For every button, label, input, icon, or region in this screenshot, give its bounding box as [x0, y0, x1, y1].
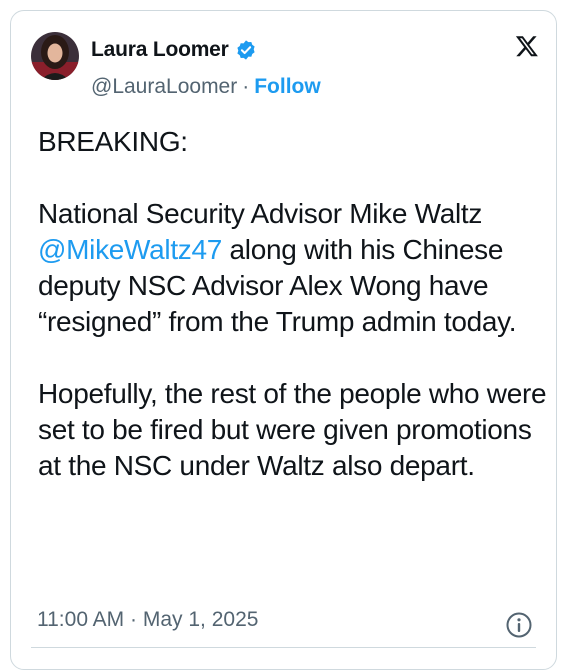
- verified-badge-icon: [235, 39, 257, 61]
- tweet-paragraph: National Security Advisor Mike Waltz @Mi…: [38, 196, 558, 340]
- author-handle-row: @LauraLoomer · Follow: [91, 75, 321, 99]
- tweet-time: 11:00 AM: [37, 608, 125, 631]
- avatar[interactable]: [31, 32, 79, 80]
- timestamp-separator: ·: [130, 608, 138, 631]
- follow-button[interactable]: Follow: [254, 75, 321, 99]
- tweet-card: Laura Loomer @LauraLoomer · Follow BREAK…: [10, 10, 557, 670]
- mention-link[interactable]: @MikeWaltz47: [38, 234, 222, 265]
- divider: [31, 647, 536, 648]
- x-logo-icon[interactable]: [515, 34, 539, 58]
- tweet-text: BREAKING: National Security Advisor Mike…: [38, 124, 558, 484]
- tweet-text-segment: National Security Advisor Mike Waltz: [38, 198, 483, 229]
- tweet-paragraph: BREAKING:: [38, 126, 188, 157]
- separator-dot: ·: [242, 75, 250, 98]
- tweet-date: May 1, 2025: [142, 608, 259, 631]
- info-icon[interactable]: [505, 611, 533, 639]
- tweet-timestamp[interactable]: 11:00 AM · May 1, 2025: [37, 608, 258, 632]
- author-name[interactable]: Laura Loomer: [91, 38, 229, 62]
- author-name-row: Laura Loomer: [91, 38, 257, 62]
- tweet-paragraph: Hopefully, the rest of the people who we…: [38, 378, 547, 481]
- author-handle[interactable]: @LauraLoomer: [91, 75, 237, 99]
